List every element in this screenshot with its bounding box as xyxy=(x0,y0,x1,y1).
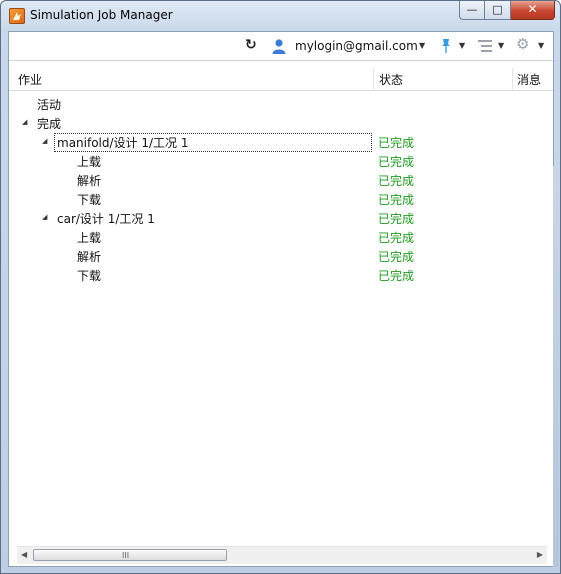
column-divider[interactable] xyxy=(373,68,374,90)
step-label: 下载 xyxy=(77,269,102,283)
job-label: manifold/设计 1/工况 1 xyxy=(54,133,372,152)
status-text: 已完成 xyxy=(378,174,415,188)
job-label: car/设计 1/工况 1 xyxy=(57,212,155,226)
column-status[interactable]: 状态 xyxy=(379,71,403,88)
expand-toggle-icon[interactable]: ◢ xyxy=(22,118,27,126)
user-icon[interactable] xyxy=(271,38,287,54)
tree-node-label: 活动 xyxy=(37,98,62,112)
scroll-right-icon[interactable]: ▶ xyxy=(537,550,543,559)
column-message[interactable]: 消息 xyxy=(517,71,541,88)
account-dropdown-icon[interactable]: ▼ xyxy=(419,38,425,54)
tree-node-step[interactable]: 解析 已完成 xyxy=(9,170,553,189)
tree-node-completed[interactable]: ◢ 完成 xyxy=(9,113,553,132)
tree-node-step[interactable]: 下载 已完成 xyxy=(9,189,553,208)
tree-node-label: 完成 xyxy=(37,117,62,131)
scrollbar-thumb[interactable]: III xyxy=(33,549,227,561)
column-header: 作业 状态 消息 xyxy=(9,68,553,91)
user-email[interactable]: mylogin@gmail.com xyxy=(295,38,418,54)
app-icon xyxy=(9,8,25,24)
status-text: 已完成 xyxy=(378,155,415,169)
status-text: 已完成 xyxy=(378,212,415,226)
toolbar: ↻ mylogin@gmail.com ▼ ▼ ▼ ⚙ ▼ xyxy=(9,32,553,61)
status-text: 已完成 xyxy=(378,193,415,207)
step-label: 解析 xyxy=(77,174,102,188)
status-text: 已完成 xyxy=(378,269,415,283)
expand-toggle-icon[interactable]: ◢ xyxy=(42,137,47,145)
window-controls: — □ ✕ xyxy=(459,1,555,21)
list-icon[interactable] xyxy=(478,39,492,53)
step-label: 下载 xyxy=(77,193,102,207)
close-icon: ✕ xyxy=(527,2,538,16)
scroll-left-icon[interactable]: ◀ xyxy=(21,550,27,559)
minimize-button[interactable]: — xyxy=(459,1,485,20)
column-divider[interactable] xyxy=(512,68,513,90)
step-label: 上载 xyxy=(77,155,102,169)
close-button[interactable]: ✕ xyxy=(511,1,555,20)
tree-node-active[interactable]: 活动 xyxy=(9,94,553,113)
expand-toggle-icon[interactable]: ◢ xyxy=(42,213,47,221)
pin-dropdown-icon[interactable]: ▼ xyxy=(459,38,465,54)
status-text: 已完成 xyxy=(378,231,415,245)
gear-icon[interactable]: ⚙ xyxy=(516,36,529,52)
settings-dropdown-icon[interactable]: ▼ xyxy=(538,38,544,54)
status-text: 已完成 xyxy=(378,136,415,150)
horizontal-scrollbar[interactable]: ◀ III ▶ xyxy=(17,546,547,564)
tree-node-step[interactable]: 解析 已完成 xyxy=(9,246,553,265)
maximize-icon: □ xyxy=(492,3,503,16)
tree-node-job[interactable]: ◢ car/设计 1/工况 1 已完成 xyxy=(9,208,553,227)
refresh-icon[interactable]: ↻ xyxy=(245,37,257,53)
status-text: 已完成 xyxy=(378,250,415,264)
tree-node-step[interactable]: 下载 已完成 xyxy=(9,265,553,284)
minimize-icon: — xyxy=(466,3,478,16)
column-job[interactable]: 作业 xyxy=(18,71,42,88)
pin-icon[interactable] xyxy=(440,38,452,54)
scrollbar-grip-icon: III xyxy=(122,551,130,560)
tree-node-step[interactable]: 上载 已完成 xyxy=(9,227,553,246)
app-window: Simulation Job Manager — □ ✕ ↻ mylogin@g… xyxy=(0,0,561,574)
tree-node-job[interactable]: ◢ manifold/设计 1/工况 1 已完成 xyxy=(9,132,553,152)
step-label: 解析 xyxy=(77,250,102,264)
tree-node-step[interactable]: 上载 已完成 xyxy=(9,151,553,170)
window-frame-edge xyxy=(553,166,559,567)
window-title: Simulation Job Manager xyxy=(30,8,173,22)
list-dropdown-icon[interactable]: ▼ xyxy=(498,38,504,54)
step-label: 上载 xyxy=(77,231,102,245)
title-bar[interactable]: Simulation Job Manager — □ ✕ xyxy=(1,1,560,31)
client-area: ↻ mylogin@gmail.com ▼ ▼ ▼ ⚙ ▼ 作业 状态 消息 活… xyxy=(8,31,554,567)
maximize-button[interactable]: □ xyxy=(485,1,511,20)
